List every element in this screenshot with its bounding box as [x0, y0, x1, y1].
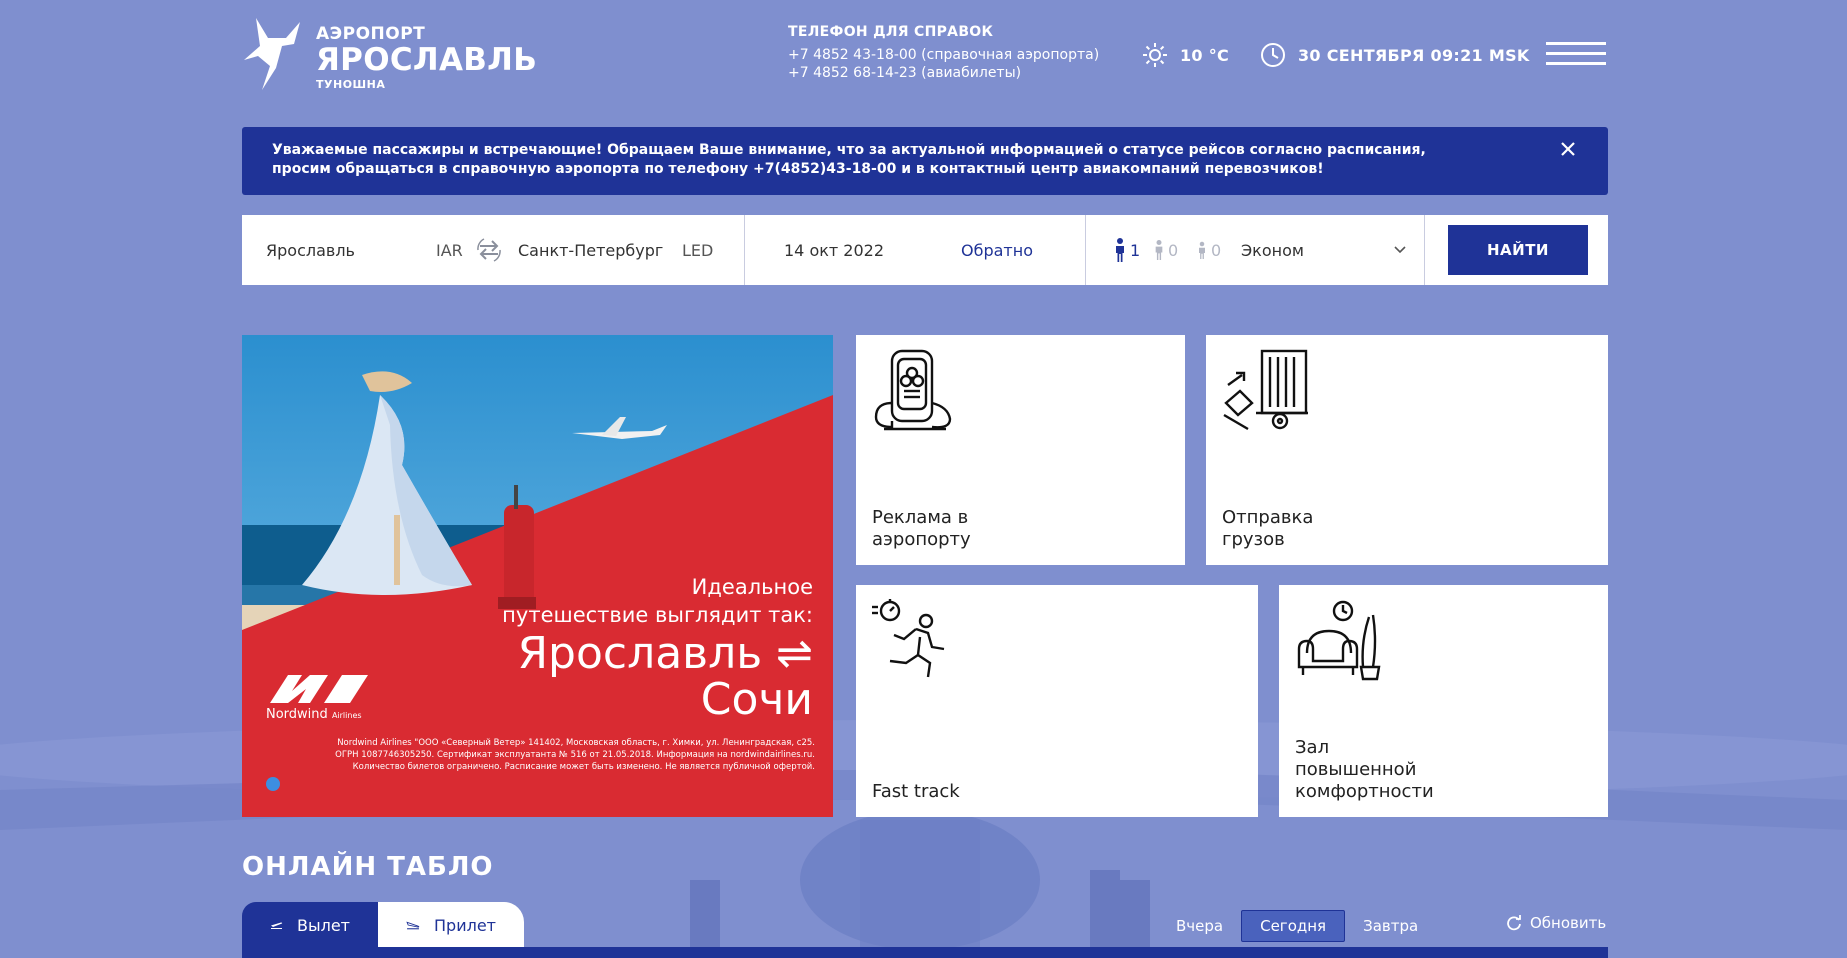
tile-lounge-label: Зал повышенной комфортности: [1295, 737, 1434, 802]
airline-name: Nordwind Airlines: [266, 707, 362, 722]
tile-advertising[interactable]: Реклама в аэропорту: [856, 335, 1185, 565]
banner-route-from: Ярославль ⇌: [517, 628, 813, 679]
banner-tagline: Идеальное путешествие выглядит так:: [502, 573, 813, 629]
logo-title: ЯРОСЛАВЛЬ: [316, 42, 538, 78]
infant-icon: [1199, 241, 1205, 259]
tab-arrival-label: Прилет: [434, 915, 496, 935]
tile-lounge[interactable]: Зал повышенной комфортности: [1279, 585, 1608, 817]
chevron-down-icon: [1394, 246, 1406, 254]
day-switcher: Вчера Сегодня Завтра: [1158, 910, 1436, 942]
banner-tagline-line-1: Идеальное: [691, 575, 813, 599]
departure-date: 14 окт 2022: [784, 240, 885, 260]
class-value: Эконом: [1241, 240, 1304, 260]
banner-route-to: Сочи: [700, 674, 813, 725]
children-count: 0: [1168, 240, 1179, 260]
nordwind-logo-icon: [270, 675, 368, 703]
board-tabs: Вылет Прилет: [242, 902, 524, 948]
sun-icon: [1143, 43, 1167, 67]
slider-dot[interactable]: [266, 777, 280, 791]
swap-arrows-icon: [477, 238, 501, 262]
banner-route: Ярославль ⇌ Сочи: [517, 631, 813, 723]
phone-tickets[interactable]: +7 4852 68-14-23 (авиабилеты): [788, 64, 1118, 82]
online-board-title: ОНЛАЙН ТАБЛО: [242, 852, 494, 882]
airport-logo[interactable]: АЭРОПОРТ ЯРОСЛАВЛЬ ТУНОШНА: [242, 16, 542, 96]
from-code: IAR: [436, 240, 463, 260]
date-field[interactable]: 14 окт 2022: [784, 215, 884, 285]
to-city: Санкт-Петербург: [518, 240, 664, 260]
notice-line-2: просим обращаться в справочную аэропорта…: [272, 161, 1324, 177]
adults-count: 1: [1130, 240, 1141, 260]
lounge-armchair-icon: [1297, 600, 1381, 681]
plane-arrival-icon: [406, 921, 420, 930]
tab-departure[interactable]: Вылет: [242, 902, 378, 948]
to-city-field[interactable]: Санкт-Петербург: [518, 215, 663, 285]
cargo-truck-icon: [1223, 349, 1308, 431]
day-tomorrow[interactable]: Завтра: [1345, 911, 1436, 941]
from-city-field[interactable]: Ярославль: [266, 215, 355, 285]
from-code-wrap: IAR: [436, 215, 463, 285]
divider: [744, 215, 745, 285]
datetime-widget: 30 СЕНТЯБРЯ 09:21 MSK: [1260, 42, 1530, 68]
adults-counter[interactable]: 1: [1114, 215, 1140, 285]
promo-banner[interactable]: Идеальное путешествие выглядит так: Ярос…: [242, 335, 833, 817]
adult-icon: [1116, 238, 1124, 262]
banner-tagline-line-2: путешествие выглядит так:: [502, 603, 813, 627]
divider: [1424, 215, 1425, 285]
billboard-icon: [874, 349, 952, 431]
refresh-button[interactable]: Обновить: [1506, 914, 1606, 932]
swap-cities-button[interactable]: [474, 215, 504, 285]
banner-legal-text: Nordwind Airlines "ООО «Северный Ветер» …: [272, 737, 815, 773]
legal-line-3: Количество билетов ограничено. Расписани…: [352, 762, 815, 772]
plane-departure-icon: [271, 922, 283, 929]
return-label: Обратно: [961, 240, 1033, 260]
airline-name-suffix: Airlines: [331, 711, 362, 720]
class-select[interactable]: Эконом: [1241, 215, 1304, 285]
notice-banner: Уважаемые пассажиры и встречающие! Обращ…: [242, 127, 1608, 195]
logo-subtitle: ТУНОШНА: [316, 78, 386, 91]
divider: [1085, 215, 1086, 285]
tile-fasttrack-label: Fast track: [872, 781, 960, 802]
children-counter[interactable]: 0: [1154, 215, 1178, 285]
from-city: Ярославль: [266, 240, 355, 260]
child-icon: [1155, 240, 1163, 260]
tile-cargo-label: Отправка грузов: [1222, 507, 1314, 550]
clock-icon: [1261, 43, 1285, 67]
notice-line-1: Уважаемые пассажиры и встречающие! Обращ…: [272, 142, 1426, 158]
temperature: 10 °C: [1180, 45, 1230, 65]
flight-search-form: Ярославль IAR Санкт-Петербург LED 14 окт…: [242, 215, 1608, 285]
find-button[interactable]: НАЙТИ: [1448, 225, 1588, 275]
infants-counter[interactable]: 0: [1197, 215, 1221, 285]
return-date-field[interactable]: Обратно: [961, 215, 1033, 285]
phone-airport[interactable]: +7 4852 43-18-00 (справочная аэропорта): [788, 46, 1118, 64]
tile-advertising-label: Реклама в аэропорту: [872, 507, 971, 550]
weather-widget: 10 °C: [1142, 42, 1229, 68]
legal-line-2: ОГРН 1087746305250. Сертификат эксплуата…: [335, 750, 815, 760]
to-code: LED: [682, 240, 714, 260]
tile-fasttrack[interactable]: Fast track: [856, 585, 1258, 817]
class-dropdown-toggle[interactable]: [1394, 215, 1406, 285]
logo-caption: АЭРОПОРТ: [316, 24, 426, 44]
bird-logo-icon: [244, 18, 300, 90]
refresh-label: Обновить: [1530, 914, 1607, 932]
phones-title: ТЕЛЕФОН ДЛЯ СПРАВОК: [788, 24, 994, 40]
to-code-wrap: LED: [682, 215, 713, 285]
tile-cargo[interactable]: Отправка грузов: [1206, 335, 1608, 565]
day-yesterday[interactable]: Вчера: [1158, 911, 1241, 941]
airline-name-main: Nordwind: [266, 707, 328, 722]
close-icon[interactable]: [1558, 139, 1578, 159]
running-man-icon: [872, 599, 945, 678]
legal-line-1: Nordwind Airlines "ООО «Северный Ветер» …: [337, 738, 815, 748]
tab-arrival[interactable]: Прилет: [378, 902, 524, 948]
infants-count: 0: [1211, 240, 1222, 260]
tab-departure-label: Вылет: [297, 915, 350, 935]
board-table-header: [242, 947, 1608, 958]
current-datetime: 30 СЕНТЯБРЯ 09:21 MSK: [1298, 45, 1530, 65]
contact-phones: ТЕЛЕФОН ДЛЯ СПРАВОК +7 4852 43-18-00 (сп…: [788, 24, 1118, 82]
refresh-icon: [1507, 915, 1521, 931]
day-today[interactable]: Сегодня: [1241, 910, 1346, 942]
hamburger-menu-icon[interactable]: [1546, 42, 1606, 66]
